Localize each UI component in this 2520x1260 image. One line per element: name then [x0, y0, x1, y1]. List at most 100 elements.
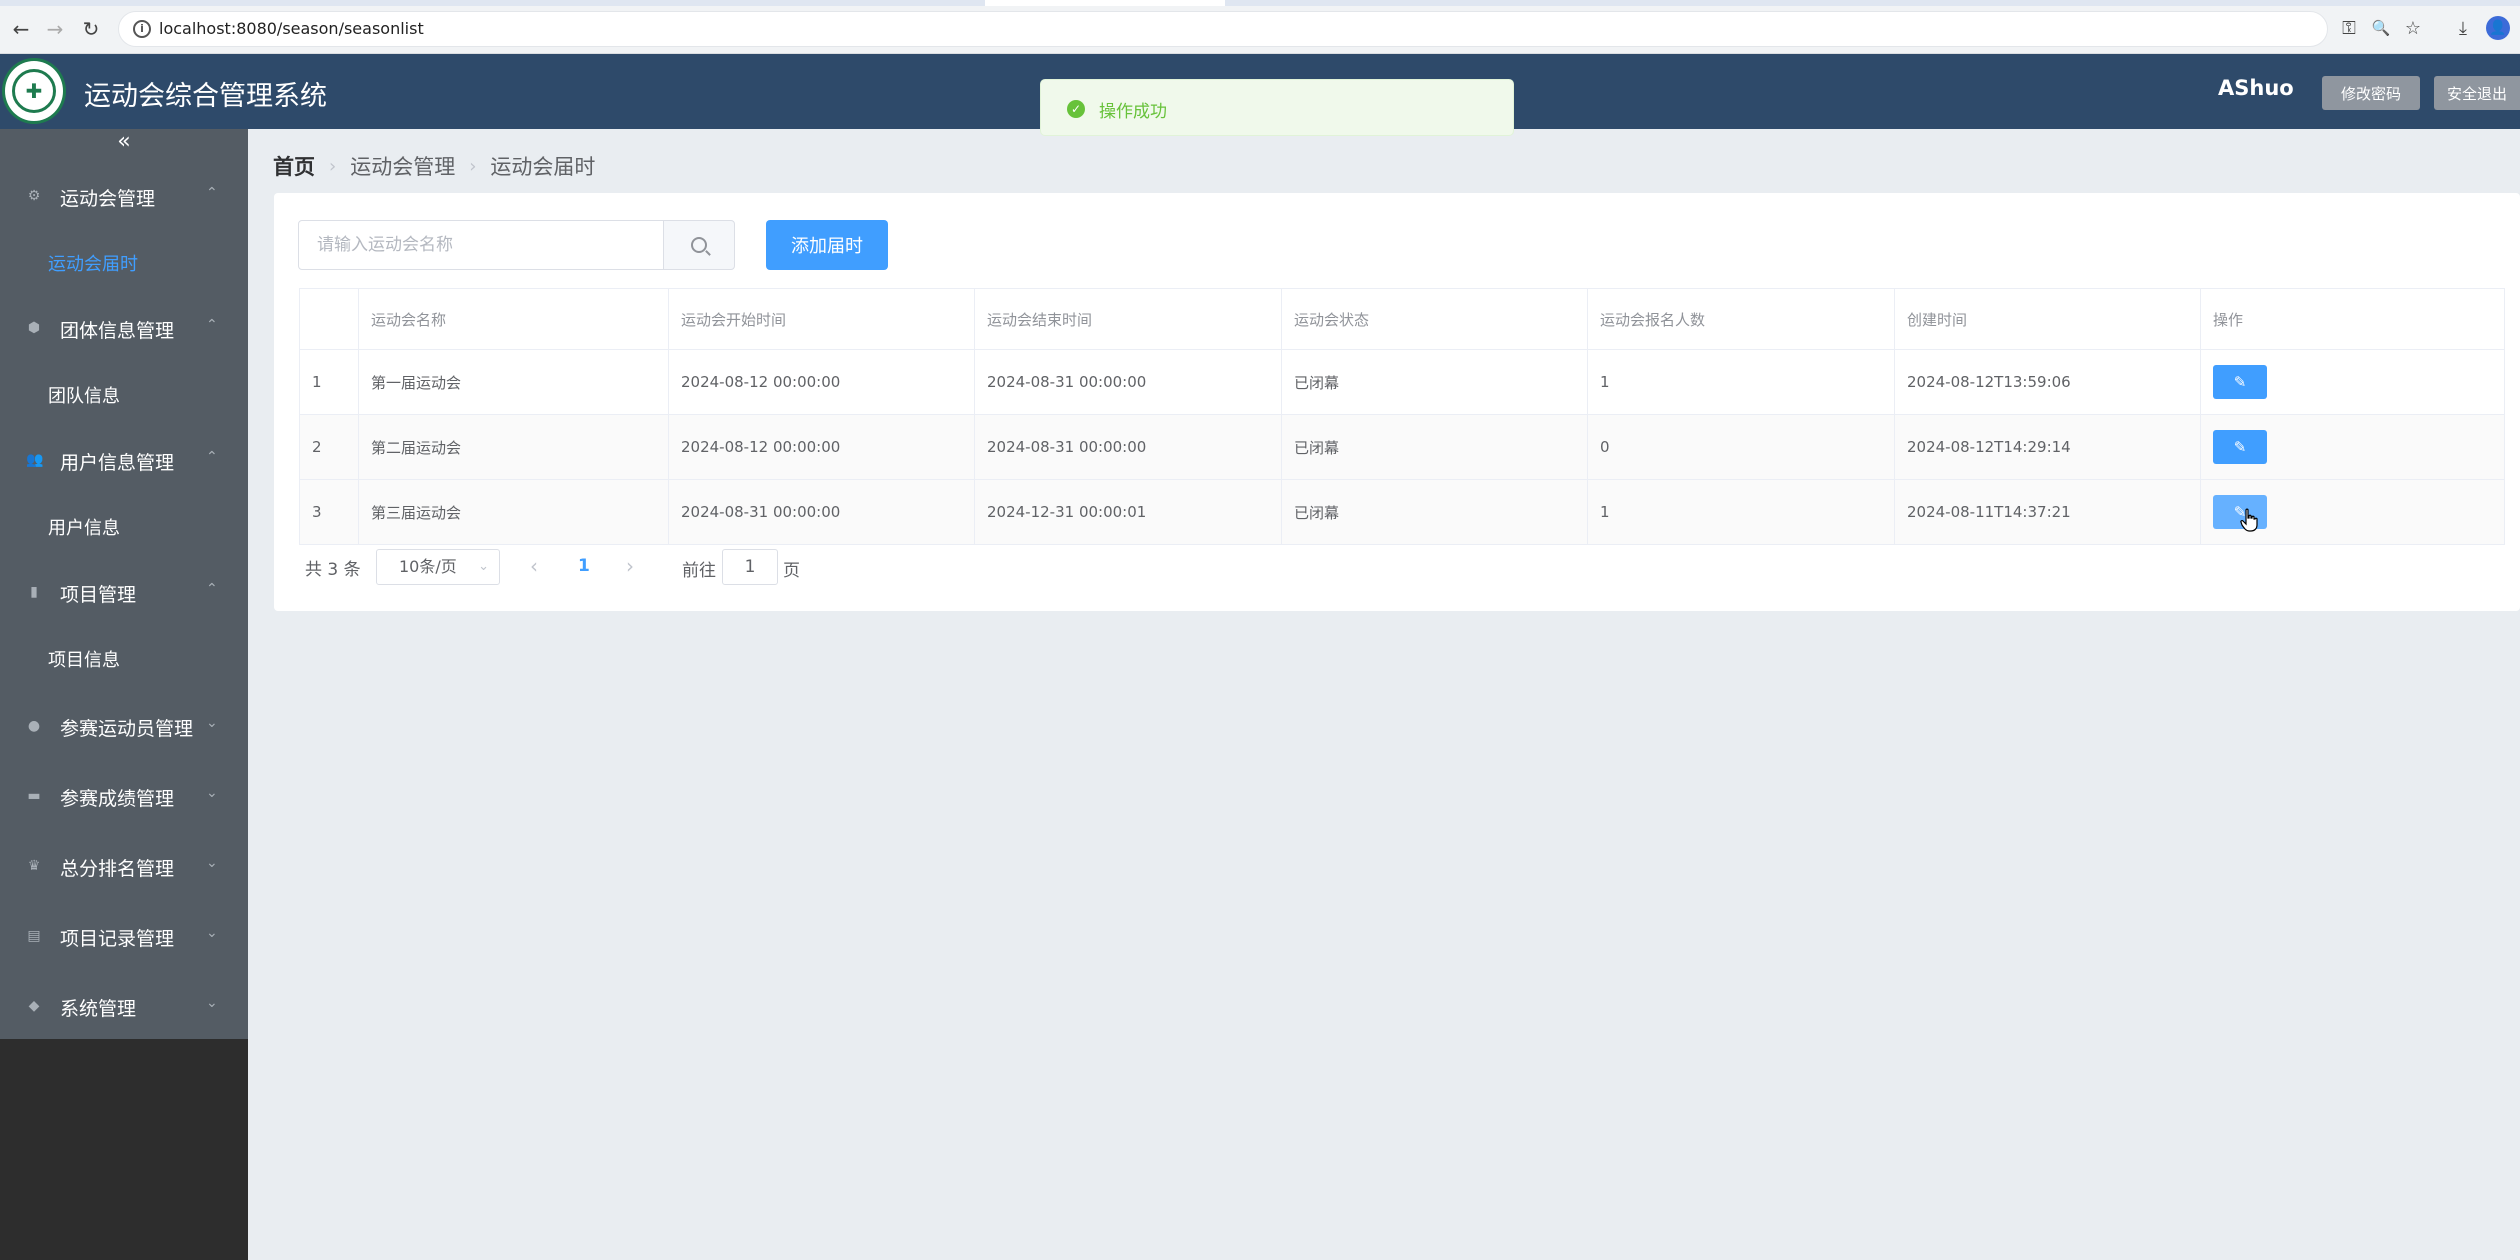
- menu-item-season[interactable]: 运动会届时: [0, 237, 248, 287]
- tab-strip: [0, 0, 2520, 6]
- logout-button[interactable]: 安全退出: [2434, 76, 2520, 110]
- menu-group-label: 用户信息管理: [60, 452, 175, 474]
- bookmark-star-icon[interactable]: ☆: [2400, 15, 2426, 41]
- success-check-icon: ✓: [1067, 100, 1085, 118]
- menu-group-ranking[interactable]: ♛ 总分排名管理 ⌄: [0, 841, 248, 891]
- menu-item-user-info[interactable]: 用户信息: [0, 501, 248, 551]
- cell-name: 第二届运动会: [359, 415, 669, 479]
- menu-group-results[interactable]: ▬ 参赛成绩管理 ⌄: [0, 771, 248, 821]
- menu-group-athletes[interactable]: ● 参赛运动员管理 ⌄: [0, 701, 248, 751]
- profile-icon[interactable]: 👤: [2486, 16, 2510, 40]
- current-page[interactable]: 1: [578, 556, 590, 576]
- chevron-up-icon: ⌃: [206, 449, 218, 465]
- cell-name: 第三届运动会: [359, 480, 669, 544]
- season-table: 运动会名称 运动会开始时间 运动会结束时间 运动会状态 运动会报名人数 创建时间…: [299, 288, 2505, 545]
- zoom-icon[interactable]: 🔍: [2368, 15, 2394, 41]
- edit-icon: ✎: [2233, 438, 2247, 456]
- table-row: 1 第一届运动会 2024-08-12 00:00:00 2024-08-31 …: [299, 350, 2505, 415]
- cell-created: 2024-08-12T13:59:06: [1895, 350, 2201, 414]
- edit-button[interactable]: ✎: [2213, 430, 2267, 464]
- collapse-sidebar-icon[interactable]: «: [0, 129, 248, 159]
- address-bar[interactable]: i localhost:8080/season/seasonlist: [118, 11, 2328, 47]
- goto-label: 前往: [682, 561, 716, 581]
- forward-icon[interactable]: →: [42, 16, 68, 42]
- url-text[interactable]: localhost:8080/season/seasonlist: [159, 19, 424, 38]
- cell-end: 2024-08-31 00:00:00: [975, 350, 1282, 414]
- menu-group-label: 项目管理: [60, 584, 137, 606]
- change-password-button[interactable]: 修改密码: [2322, 76, 2420, 110]
- menu-group-label: 项目记录管理: [60, 928, 175, 950]
- hand-cursor-icon: [2240, 508, 2258, 532]
- menu-item-label: 用户信息: [48, 518, 120, 539]
- logo-emblem-icon: ✚: [12, 69, 56, 113]
- site-info-icon[interactable]: i: [133, 20, 151, 38]
- cell-created: 2024-08-12T14:29:14: [1895, 415, 2201, 479]
- breadcrumb-home[interactable]: 首页: [273, 151, 315, 181]
- breadcrumb-separator-icon: ›: [329, 155, 337, 177]
- page-size-select[interactable]: 10条/页 ⌄: [376, 549, 500, 585]
- breadcrumb-season: 运动会届时: [490, 155, 596, 179]
- menu-group-label: 系统管理: [60, 998, 137, 1020]
- menu-group-label: 参赛运动员管理: [60, 718, 194, 740]
- table-header: 运动会名称 运动会开始时间 运动会结束时间 运动会状态 运动会报名人数 创建时间…: [299, 289, 2505, 350]
- athlete-icon: ●: [27, 718, 41, 734]
- chevron-down-icon: ⌄: [478, 559, 489, 574]
- chevron-up-icon: ⌃: [206, 185, 218, 201]
- sports-meet-icon: ⚙: [27, 188, 41, 204]
- prev-page-icon[interactable]: ‹: [530, 554, 538, 578]
- menu-item-project-info[interactable]: 项目信息: [0, 633, 248, 683]
- cell-signups: 0: [1588, 415, 1895, 479]
- goto-page-input[interactable]: [722, 549, 778, 585]
- menu-item-label: 团队信息: [48, 386, 120, 407]
- current-user: AShuo: [2218, 76, 2294, 100]
- menu-group-system[interactable]: ◆ 系统管理 ⌄: [0, 981, 248, 1031]
- results-icon: ▬: [27, 788, 41, 804]
- menu-group-label: 运动会管理: [60, 188, 156, 210]
- app-title: 运动会综合管理系统: [84, 81, 327, 112]
- add-season-button[interactable]: 添加届时: [766, 220, 888, 270]
- page-suffix: 页: [783, 561, 800, 581]
- menu-item-label: 项目信息: [48, 650, 120, 671]
- reload-icon[interactable]: ↻: [78, 16, 104, 42]
- sidebar-menu: « ⚙ 运动会管理 ⌃ 运动会届时 ⬢ 团体信息管理 ⌃ 团队信息 👥 用户信息…: [0, 129, 248, 1039]
- chevron-up-icon: ⌃: [206, 317, 218, 333]
- back-icon[interactable]: ←: [8, 16, 34, 42]
- record-icon: ▤: [27, 928, 41, 944]
- chevron-down-icon: ⌄: [206, 925, 218, 941]
- edit-button[interactable]: ✎: [2213, 365, 2267, 399]
- chevron-down-icon: ⌄: [206, 785, 218, 801]
- active-tab[interactable]: [985, 0, 1225, 6]
- table-row: 3 第三届运动会 2024-08-31 00:00:00 2024-12-31 …: [299, 480, 2505, 545]
- menu-group-user[interactable]: 👥 用户信息管理 ⌃: [0, 435, 248, 485]
- menu-group-team[interactable]: ⬢ 团体信息管理 ⌃: [0, 303, 248, 353]
- download-icon[interactable]: ⤓: [2450, 15, 2476, 41]
- next-page-icon[interactable]: ›: [626, 554, 634, 578]
- edit-icon: ✎: [2233, 373, 2247, 391]
- search-input[interactable]: [298, 220, 664, 270]
- breadcrumb-separator-icon: ›: [469, 155, 477, 177]
- cell-status: 已闭幕: [1282, 415, 1588, 479]
- password-key-icon[interactable]: ⚿: [2336, 15, 2362, 41]
- header-status: 运动会状态: [1282, 289, 1588, 349]
- success-toast: ✓ 操作成功: [1040, 79, 1514, 136]
- university-logo: ✚: [2, 58, 66, 124]
- cell-start: 2024-08-12 00:00:00: [669, 415, 975, 479]
- header-created: 创建时间: [1895, 289, 2201, 349]
- team-icon: ⬢: [27, 320, 41, 336]
- menu-group-project[interactable]: ▮ 项目管理 ⌃: [0, 567, 248, 617]
- chevron-up-icon: ⌃: [206, 581, 218, 597]
- menu-item-team-info[interactable]: 团队信息: [0, 369, 248, 419]
- menu-group-records[interactable]: ▤ 项目记录管理 ⌄: [0, 911, 248, 961]
- page-size-value: 10条/页: [399, 557, 457, 576]
- cell-index: 2: [299, 415, 359, 479]
- search-button[interactable]: [663, 220, 735, 270]
- cell-end: 2024-08-31 00:00:00: [975, 415, 1282, 479]
- users-icon: 👥: [26, 452, 44, 468]
- chevron-down-icon: ⌄: [206, 855, 218, 871]
- cell-name: 第一届运动会: [359, 350, 669, 414]
- cell-actions: ✎: [2201, 350, 2505, 414]
- cell-index: 3: [299, 480, 359, 544]
- cell-signups: 1: [1588, 480, 1895, 544]
- menu-group-label: 总分排名管理: [60, 858, 175, 880]
- menu-group-sports-meet[interactable]: ⚙ 运动会管理 ⌃: [0, 171, 248, 221]
